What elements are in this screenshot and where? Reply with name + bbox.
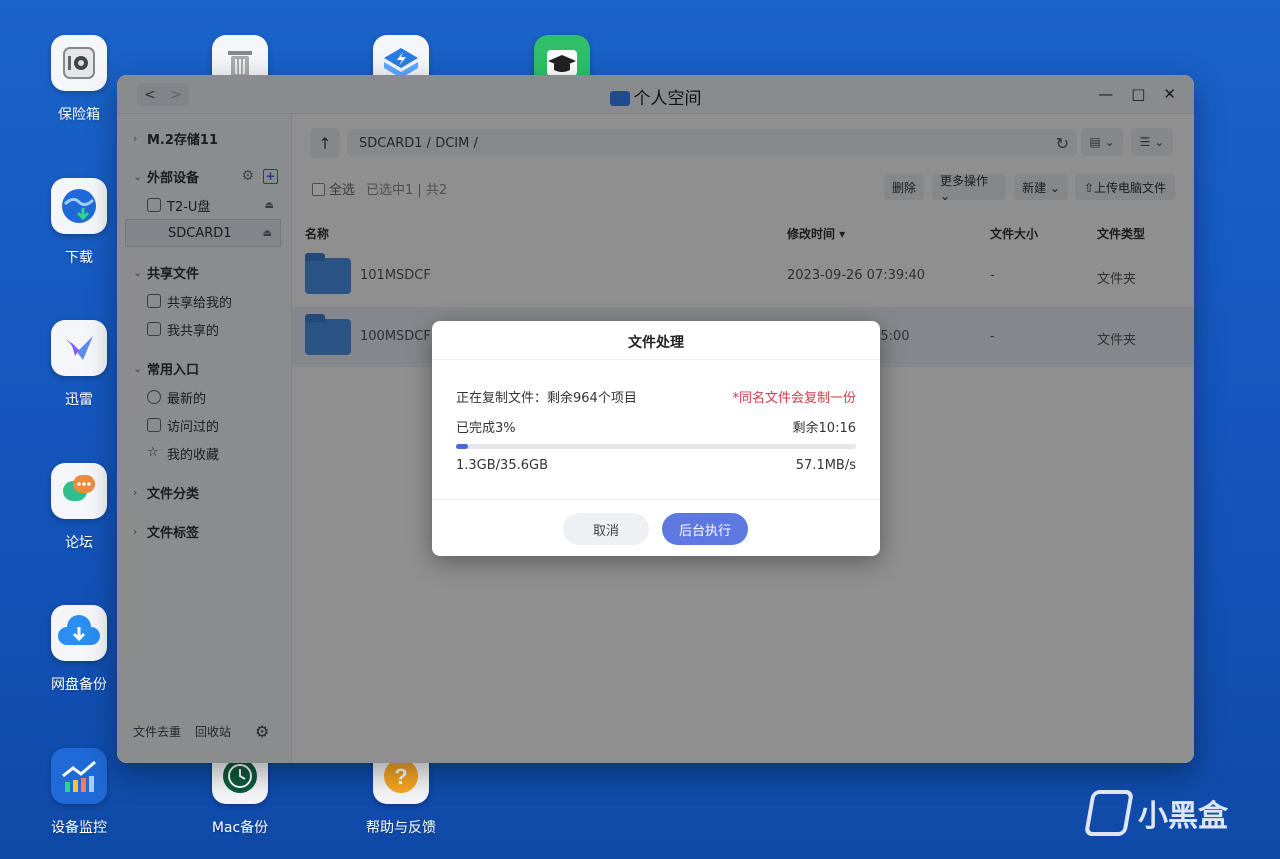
progress-bar: [456, 444, 856, 449]
percent-done: 已完成3%: [456, 421, 516, 436]
file-process-dialog: 文件处理 正在复制文件：剩余964个项目 *同名文件会复制一份 已完成3% 剩余…: [432, 321, 880, 556]
cancel-button[interactable]: 取消: [563, 513, 649, 545]
heybox-logo-icon: [1083, 790, 1135, 836]
transfer-line: 1.3GB/35.6GB 57.1MB/s: [456, 458, 856, 473]
transfer-speed: 57.1MB/s: [795, 458, 856, 473]
copy-status: 正在复制文件：剩余964个项目: [456, 391, 637, 406]
transferred-size: 1.3GB/35.6GB: [456, 458, 548, 473]
time-remaining: 剩余10:16: [792, 421, 856, 436]
progress-info-line: 已完成3% 剩余10:16: [456, 417, 856, 436]
dialog-divider: [432, 499, 880, 500]
duplicate-note: *同名文件会复制一份: [732, 391, 856, 406]
modal-overlay: 文件处理 正在复制文件：剩余964个项目 *同名文件会复制一份 已完成3% 剩余…: [0, 0, 1280, 859]
watermark-text: 小黑盒: [1138, 799, 1228, 834]
copy-status-line: 正在复制文件：剩余964个项目 *同名文件会复制一份: [456, 387, 856, 406]
run-in-background-button[interactable]: 后台执行: [662, 513, 748, 545]
progress-fill: [456, 444, 468, 449]
dialog-title: 文件处理: [432, 321, 880, 360]
watermark: 小黑盒: [1083, 790, 1228, 836]
